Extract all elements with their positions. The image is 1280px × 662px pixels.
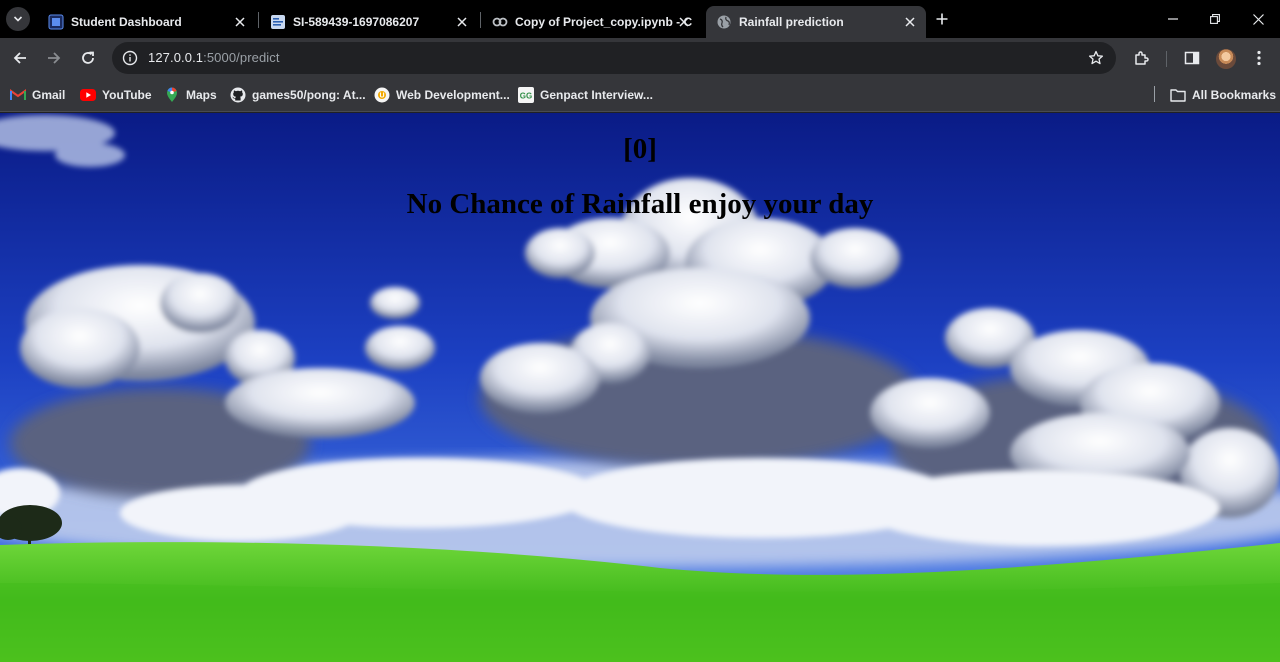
- kebab-menu-icon: [1257, 50, 1261, 66]
- tab-colab-notebook[interactable]: Copy of Project_copy.ipynb - C: [482, 6, 700, 38]
- tab-title: SI-589439-1697086207: [293, 15, 420, 29]
- bookmark-label: Maps: [186, 88, 217, 102]
- chevron-down-icon: [13, 16, 23, 22]
- all-bookmarks-button[interactable]: All Bookmarks: [1170, 86, 1276, 104]
- dashboard-icon: [48, 14, 64, 30]
- folder-icon: [1170, 87, 1186, 103]
- forward-button[interactable]: [44, 48, 64, 68]
- svg-text:U: U: [379, 93, 384, 100]
- back-button[interactable]: [10, 48, 30, 68]
- tab-strip: Student Dashboard SI-589439-1697086207 C…: [0, 0, 1280, 38]
- globe-icon: [716, 14, 732, 30]
- bookmark-youtube[interactable]: YouTube: [80, 86, 152, 104]
- tab-title: Rainfall prediction: [739, 15, 844, 29]
- close-tab-icon[interactable]: [454, 14, 470, 30]
- bookmark-genpact-interview[interactable]: GG Genpact Interview...: [518, 86, 653, 104]
- geeksforgeeks-icon: GG: [518, 87, 534, 103]
- tab-title: Student Dashboard: [71, 15, 182, 29]
- site-info-icon[interactable]: [122, 50, 138, 66]
- svg-text:GG: GG: [520, 92, 532, 101]
- tab-si-document[interactable]: SI-589439-1697086207: [260, 6, 478, 38]
- tab-search-button[interactable]: [6, 7, 30, 31]
- restore-icon: [1210, 14, 1220, 24]
- bookmarks-bar: Gmail YouTube Maps games50/pong: At... U…: [0, 78, 1280, 112]
- browser-menu-button[interactable]: [1250, 49, 1268, 67]
- toolbar-separator: [1166, 51, 1167, 67]
- bookmarks-separator: [1154, 86, 1155, 102]
- prediction-value: [0]: [623, 133, 657, 165]
- side-panel-icon: [1184, 51, 1200, 65]
- url-path: :5000/predict: [203, 50, 280, 65]
- url-host: 127.0.0.1: [148, 50, 204, 65]
- tab-rainfall-prediction[interactable]: Rainfall prediction: [706, 6, 926, 38]
- close-window-button[interactable]: [1248, 9, 1268, 29]
- restore-button[interactable]: [1205, 9, 1225, 29]
- reload-icon: [82, 51, 94, 64]
- tab-title: Copy of Project_copy.ipynb - C: [515, 15, 693, 29]
- arrow-right-icon: [48, 52, 61, 64]
- youtube-icon: [80, 87, 96, 103]
- bookmark-star-icon[interactable]: [1088, 50, 1104, 66]
- side-panel-button[interactable]: [1183, 49, 1201, 67]
- close-tab-icon[interactable]: [676, 14, 692, 30]
- tab-separator: [480, 12, 481, 28]
- page-content: [0] No Chance of Rainfall enjoy your day: [0, 113, 1280, 662]
- tab-student-dashboard[interactable]: Student Dashboard: [38, 6, 256, 38]
- bookmark-maps[interactable]: Maps: [164, 86, 217, 104]
- bookmark-github-pong[interactable]: games50/pong: At...: [230, 86, 366, 104]
- prediction-message: No Chance of Rainfall enjoy your day: [406, 188, 874, 220]
- tab-separator: [258, 12, 259, 28]
- browser-toolbar: 127.0.0.1:5000/predict: [0, 38, 1280, 78]
- minimize-icon: [1168, 18, 1178, 20]
- minimize-button[interactable]: [1163, 9, 1183, 29]
- bookmark-gmail[interactable]: Gmail: [10, 86, 65, 104]
- bookmark-web-development[interactable]: U Web Development...: [374, 86, 510, 104]
- reload-button[interactable]: [78, 48, 98, 68]
- web-dev-icon: U: [374, 87, 390, 103]
- github-icon: [230, 87, 246, 103]
- bookmark-label: games50/pong: At...: [252, 88, 366, 102]
- gmail-icon: [10, 87, 26, 103]
- new-tab-button[interactable]: [932, 9, 952, 29]
- bookmark-label: Gmail: [32, 88, 66, 102]
- maps-icon: [164, 87, 180, 103]
- bookmark-label: All Bookmarks: [1192, 88, 1277, 102]
- extensions-button[interactable]: [1133, 49, 1151, 67]
- url-text[interactable]: 127.0.0.1:5000/predict: [148, 50, 280, 65]
- document-icon: [270, 14, 286, 30]
- arrow-left-icon: [13, 52, 26, 64]
- close-tab-icon[interactable]: [232, 14, 248, 30]
- colab-icon: [492, 14, 508, 30]
- bookmark-label: Genpact Interview...: [540, 88, 653, 102]
- address-bar[interactable]: 127.0.0.1:5000/predict: [112, 42, 1116, 74]
- bookmark-label: YouTube: [102, 88, 152, 102]
- close-tab-icon[interactable]: [902, 14, 918, 30]
- profile-avatar[interactable]: [1216, 49, 1236, 69]
- puzzle-icon: [1135, 51, 1149, 65]
- bookmark-label: Web Development...: [396, 88, 510, 102]
- plus-icon: [936, 13, 948, 25]
- close-icon: [1252, 13, 1264, 25]
